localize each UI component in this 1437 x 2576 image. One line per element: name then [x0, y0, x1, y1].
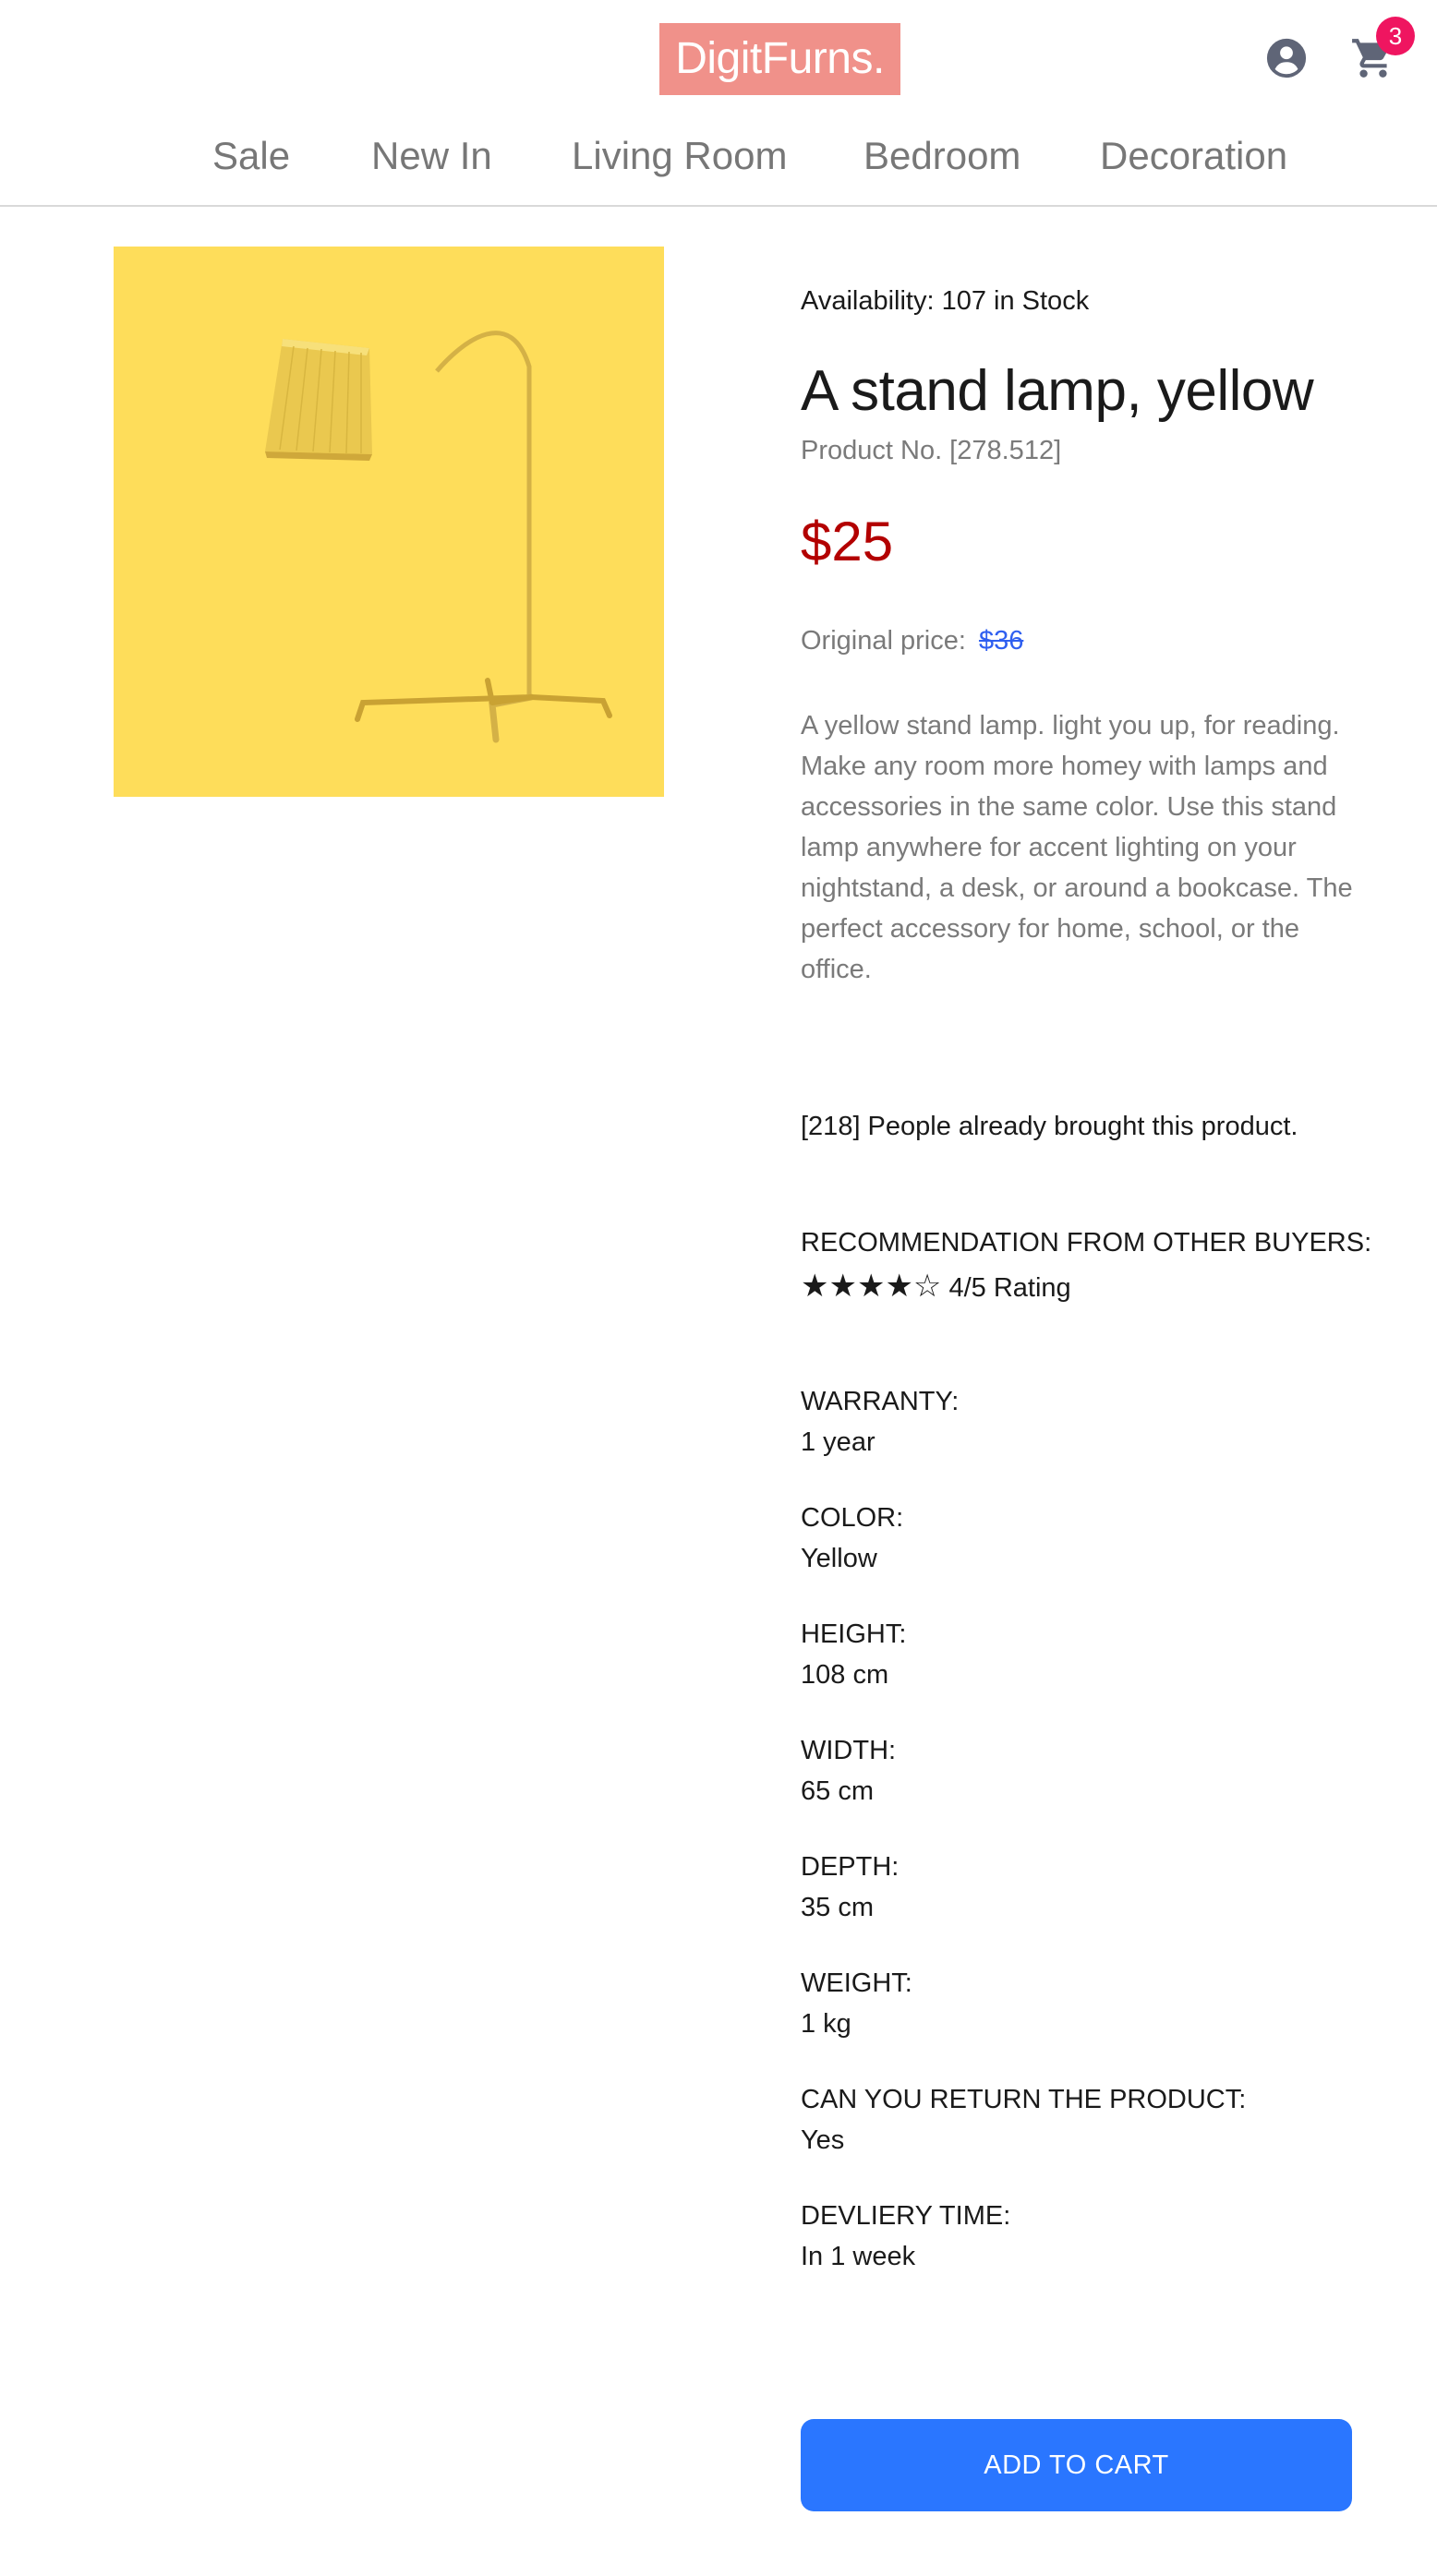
spec-value: Yellow [801, 1544, 877, 1573]
product-description: A yellow stand lamp. light you up, for r… [801, 711, 1353, 984]
nav-item-living-room[interactable]: Living Room [572, 134, 787, 178]
spec-depth: DEPTH: 35 cm [801, 1847, 899, 1928]
original-price: Original price: $36 [801, 626, 1023, 656]
spec-value: 1 year [801, 1427, 875, 1457]
spec-color: COLOR: Yellow [801, 1498, 903, 1579]
recommendation-label: RECOMMENDATION FROM OTHER BUYERS: [801, 1228, 1372, 1258]
spec-return-policy: CAN YOU RETURN THE PRODUCT: Yes [801, 2079, 1246, 2161]
nav-item-sale[interactable]: Sale [212, 134, 290, 178]
stand-lamp-illustration [265, 331, 612, 743]
spec-label: WIDTH: [801, 1736, 897, 1765]
nav-item-new-in[interactable]: New In [371, 134, 492, 178]
product-number: Product No. [278.512] [801, 436, 1062, 465]
rating: ★★★★☆ 4/5 Rating [801, 1268, 1071, 1305]
current-price: $25 [801, 511, 894, 572]
spec-height: HEIGHT: 108 cm [801, 1614, 906, 1695]
site-header: DigitFurns. 3 Sale New In Living Room Be… [0, 0, 1437, 207]
original-price-label: Original price: [801, 626, 966, 656]
spec-width: WIDTH: 65 cm [801, 1730, 896, 1812]
add-to-cart-button[interactable]: ADD TO CART [801, 2419, 1352, 2511]
rating-text: 4/5 Rating [948, 1273, 1071, 1303]
rating-stars: ★★★★☆ [801, 1269, 942, 1304]
bought-count-text: [218] People already brought this produc… [801, 1112, 1298, 1141]
spec-label: CAN YOU RETURN THE PRODUCT: [801, 2085, 1247, 2114]
spec-weight: WEIGHT: 1 kg [801, 1963, 912, 2044]
cart-count-badge: 3 [1376, 17, 1415, 55]
spec-value: 1 kg [801, 2009, 851, 2039]
spec-value: 65 cm [801, 1776, 874, 1806]
product-image [114, 247, 664, 797]
spec-value: 35 cm [801, 1893, 874, 1922]
spec-label: DEPTH: [801, 1852, 900, 1882]
availability-text: Availability: 107 in Stock [801, 286, 1090, 316]
main-nav: Sale New In Living Room Bedroom Decorati… [0, 134, 1437, 186]
logo[interactable]: DigitFurns. [659, 23, 900, 95]
spec-warranty: WARRANTY: 1 year [801, 1381, 959, 1463]
spec-value: Yes [801, 2125, 845, 2155]
product-title: A stand lamp, yellow [801, 359, 1314, 423]
spec-label: WARRANTY: [801, 1387, 960, 1416]
spec-label: HEIGHT: [801, 1619, 907, 1649]
spec-label: DEVLIERY TIME: [801, 2201, 1011, 2231]
spec-value: In 1 week [801, 2242, 916, 2271]
user-account-icon[interactable] [1265, 37, 1308, 79]
nav-item-bedroom[interactable]: Bedroom [863, 134, 1020, 178]
spec-delivery-time: DEVLIERY TIME: In 1 week [801, 2196, 1010, 2277]
spec-label: COLOR: [801, 1503, 904, 1533]
nav-item-decoration[interactable]: Decoration [1100, 134, 1287, 178]
original-price-value: $36 [978, 626, 1024, 656]
spec-value: 108 cm [801, 1660, 889, 1690]
spec-label: WEIGHT: [801, 1968, 912, 1998]
